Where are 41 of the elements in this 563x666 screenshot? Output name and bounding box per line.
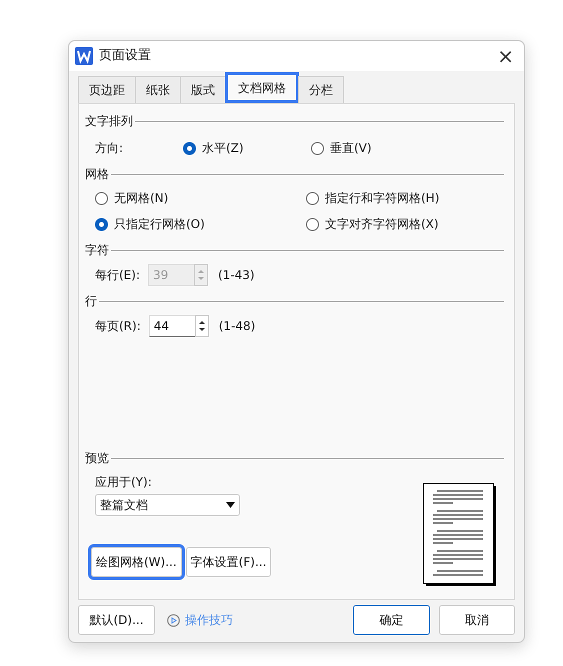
tab[interactable]: 版式 <box>180 76 226 103</box>
default-button[interactable]: 默认(D)... <box>78 605 155 635</box>
tab[interactable]: 分栏 <box>298 76 344 103</box>
spin-arrows-icon[interactable] <box>194 315 209 337</box>
radio-button[interactable] <box>306 218 319 230</box>
close-button[interactable]: × <box>493 46 518 66</box>
play-icon <box>167 614 180 626</box>
radio-label[interactable]: 水平(Z) <box>202 139 244 157</box>
section-heading: 文字排列 <box>85 113 133 130</box>
dialog-button[interactable]: 绘图网格(W)... <box>91 547 182 577</box>
radio-button[interactable] <box>311 142 324 154</box>
radio-label[interactable]: 垂直(V) <box>330 139 372 157</box>
radio-label[interactable]: 无网格(N) <box>114 189 168 207</box>
tab[interactable]: 文档网格 <box>225 72 299 103</box>
ok-button[interactable]: 确定 <box>353 605 430 635</box>
dialog-button[interactable]: 字体设置(F)... <box>186 547 272 577</box>
dropdown-arrow-icon <box>226 502 235 508</box>
app-logo-icon <box>75 47 93 65</box>
section-heading: 预览 <box>85 450 109 467</box>
range-label: (1-43) <box>218 267 255 284</box>
range-label: (1-48) <box>218 318 256 335</box>
window-title: 页面设置 <box>99 47 151 66</box>
tab[interactable]: 页边距 <box>78 76 136 103</box>
cancel-button[interactable]: 取消 <box>439 605 515 635</box>
number-field[interactable]: 44 <box>148 315 195 337</box>
field-label: 应用于(Y): <box>95 474 153 491</box>
radio-label[interactable]: 文字对齐字符网格(X) <box>325 215 439 233</box>
radio-label[interactable]: 指定行和字符网格(H) <box>325 189 440 207</box>
field-label: 每行(E): <box>95 267 140 284</box>
radio-button[interactable] <box>95 218 108 230</box>
radio-label[interactable]: 只指定行网格(O) <box>114 215 205 233</box>
section-heading: 网格 <box>85 166 109 183</box>
tab[interactable]: 纸张 <box>135 76 181 103</box>
section-heading: 字符 <box>85 242 109 259</box>
field-label: 方向: <box>95 140 124 157</box>
radio-button[interactable] <box>95 192 108 204</box>
field-label: 每页(R): <box>95 318 141 335</box>
apply-dropdown[interactable]: 整篇文档 <box>95 494 240 516</box>
section-heading: 行 <box>85 293 97 310</box>
radio-button[interactable] <box>183 142 196 154</box>
radio-button[interactable] <box>306 192 319 204</box>
